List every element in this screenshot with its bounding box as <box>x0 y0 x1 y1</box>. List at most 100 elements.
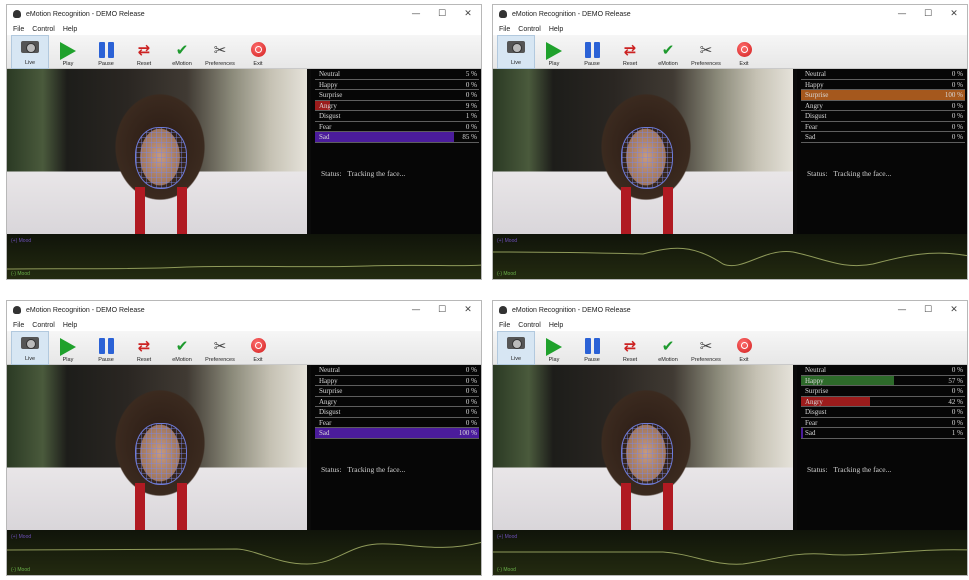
camera-icon <box>507 41 525 57</box>
exit-button[interactable]: Exit <box>725 35 763 69</box>
camera-icon <box>507 337 525 353</box>
menu-file[interactable]: File <box>499 26 510 33</box>
menu-control[interactable]: Control <box>32 322 55 329</box>
preferences-button[interactable]: ✂ Preferences <box>201 331 239 365</box>
maximize-button[interactable]: ☐ <box>429 9 455 19</box>
pause-icon <box>583 338 601 354</box>
menu-file[interactable]: File <box>499 322 510 329</box>
emotion-row-neutral: Neutral 0 % <box>315 365 479 376</box>
pause-button[interactable]: Pause <box>573 331 611 365</box>
reset-button[interactable]: ⇄ Reset <box>125 331 163 365</box>
close-button[interactable]: ✕ <box>941 305 967 315</box>
pause-button[interactable]: Pause <box>87 35 125 69</box>
reset-button[interactable]: ⇄ Reset <box>611 35 649 69</box>
emotion-row-angry: Angry 0 % <box>801 101 965 111</box>
emotion-percent: 0 % <box>465 387 477 395</box>
app-icon <box>13 306 21 314</box>
maximize-button[interactable]: ☐ <box>429 305 455 315</box>
pause-icon <box>97 42 115 58</box>
minimize-button[interactable]: — <box>889 9 915 19</box>
emotion-row-neutral: Neutral 0 % <box>801 69 965 80</box>
minimize-button[interactable]: — <box>403 9 429 19</box>
emotion-name: Angry <box>805 101 823 110</box>
camera-icon <box>21 337 39 353</box>
exit-button[interactable]: Exit <box>239 331 277 365</box>
play-button[interactable]: Play <box>49 35 87 69</box>
maximize-button[interactable]: ☐ <box>915 305 941 315</box>
preferences-button[interactable]: ✂ Preferences <box>687 331 725 365</box>
menu-file[interactable]: File <box>13 26 24 33</box>
menu-control[interactable]: Control <box>518 26 541 33</box>
exit-icon <box>249 42 267 58</box>
menu-help[interactable]: Help <box>63 322 77 329</box>
emotion-row-disgust: Disgust 0 % <box>315 407 479 418</box>
emotion-name: Neutral <box>319 366 340 374</box>
emotion-button[interactable]: ✔ eMotion <box>649 35 687 69</box>
emotion-name: Sad <box>319 133 330 141</box>
live-button[interactable]: Live <box>497 35 535 69</box>
menu-control[interactable]: Control <box>32 26 55 33</box>
mood-curve <box>7 264 481 270</box>
menu-control[interactable]: Control <box>518 322 541 329</box>
emotion-button[interactable]: ✔ eMotion <box>649 331 687 365</box>
reset-button[interactable]: ⇄ Reset <box>611 331 649 365</box>
emotion-row-sad: Sad 0 % <box>801 132 965 143</box>
play-button[interactable]: Play <box>535 35 573 69</box>
emotion-percent: 0 % <box>465 397 477 406</box>
reset-label: Reset <box>622 61 638 67</box>
emotion-label: eMotion <box>172 61 192 67</box>
backpack-strap <box>621 187 631 234</box>
emotion-row-angry: Angry 0 % <box>315 397 479 407</box>
close-button[interactable]: ✕ <box>455 305 481 315</box>
minimize-button[interactable]: — <box>403 305 429 315</box>
checkmark-icon: ✔ <box>661 41 675 59</box>
menu-help[interactable]: Help <box>549 322 563 329</box>
play-label: Play <box>62 357 74 363</box>
emotion-name: Surprise <box>319 91 343 99</box>
live-button[interactable]: Live <box>11 331 49 365</box>
emotion-percent: 1 % <box>465 112 477 120</box>
preferences-button[interactable]: ✂ Preferences <box>687 35 725 69</box>
maximize-button[interactable]: ☐ <box>915 9 941 19</box>
webcam-video-feed <box>493 69 793 234</box>
checkmark-icon: ✔ <box>175 337 189 355</box>
menu-help[interactable]: Help <box>549 26 563 33</box>
emotion-percent: 0 % <box>465 418 477 427</box>
minimize-button[interactable]: — <box>889 305 915 315</box>
live-button[interactable]: Live <box>11 35 49 69</box>
emotion-name: Happy <box>319 80 338 89</box>
mood-curve <box>493 549 967 565</box>
exit-button[interactable]: Exit <box>725 331 763 365</box>
checkmark-icon: ✔ <box>661 337 675 355</box>
emotion-button[interactable]: ✔ eMotion <box>163 35 201 69</box>
emotion-percent: 0 % <box>951 133 963 141</box>
emotion-stats-panel: Neutral 5 % Happy 0 % Surprise 0 % Angry… <box>311 69 481 268</box>
reset-button[interactable]: ⇄ Reset <box>125 35 163 69</box>
positive-mood-label: (+) Mood <box>497 238 518 244</box>
close-button[interactable]: ✕ <box>455 9 481 19</box>
close-button[interactable]: ✕ <box>941 9 967 19</box>
play-button[interactable]: Play <box>535 331 573 365</box>
menu-file[interactable]: File <box>13 322 24 329</box>
live-label: Live <box>24 60 36 66</box>
emotion-app-window-a: eMotion Recognition - DEMO Release — ☐ ✕… <box>6 4 482 280</box>
pause-button[interactable]: Pause <box>573 35 611 69</box>
preferences-button[interactable]: ✂ Preferences <box>201 35 239 69</box>
emotion-name: Angry <box>805 397 823 406</box>
play-icon <box>545 42 563 60</box>
pause-button[interactable]: Pause <box>87 331 125 365</box>
title-bar: eMotion Recognition - DEMO Release — ☐ ✕ <box>7 5 481 23</box>
emotion-name: Surprise <box>805 91 829 99</box>
emotion-row-happy: Happy 0 % <box>801 80 965 90</box>
emotion-name: Disgust <box>805 112 827 120</box>
live-button[interactable]: Live <box>497 331 535 365</box>
menu-help[interactable]: Help <box>63 26 77 33</box>
play-button[interactable]: Play <box>49 331 87 365</box>
emotion-button[interactable]: ✔ eMotion <box>163 331 201 365</box>
exit-button[interactable]: Exit <box>239 35 277 69</box>
mood-curve <box>7 541 481 565</box>
pause-label: Pause <box>584 357 600 363</box>
title-bar: eMotion Recognition - DEMO Release — ☐ ✕ <box>493 301 967 319</box>
emotion-name: Surprise <box>319 387 343 395</box>
backpack-strap <box>663 483 673 530</box>
